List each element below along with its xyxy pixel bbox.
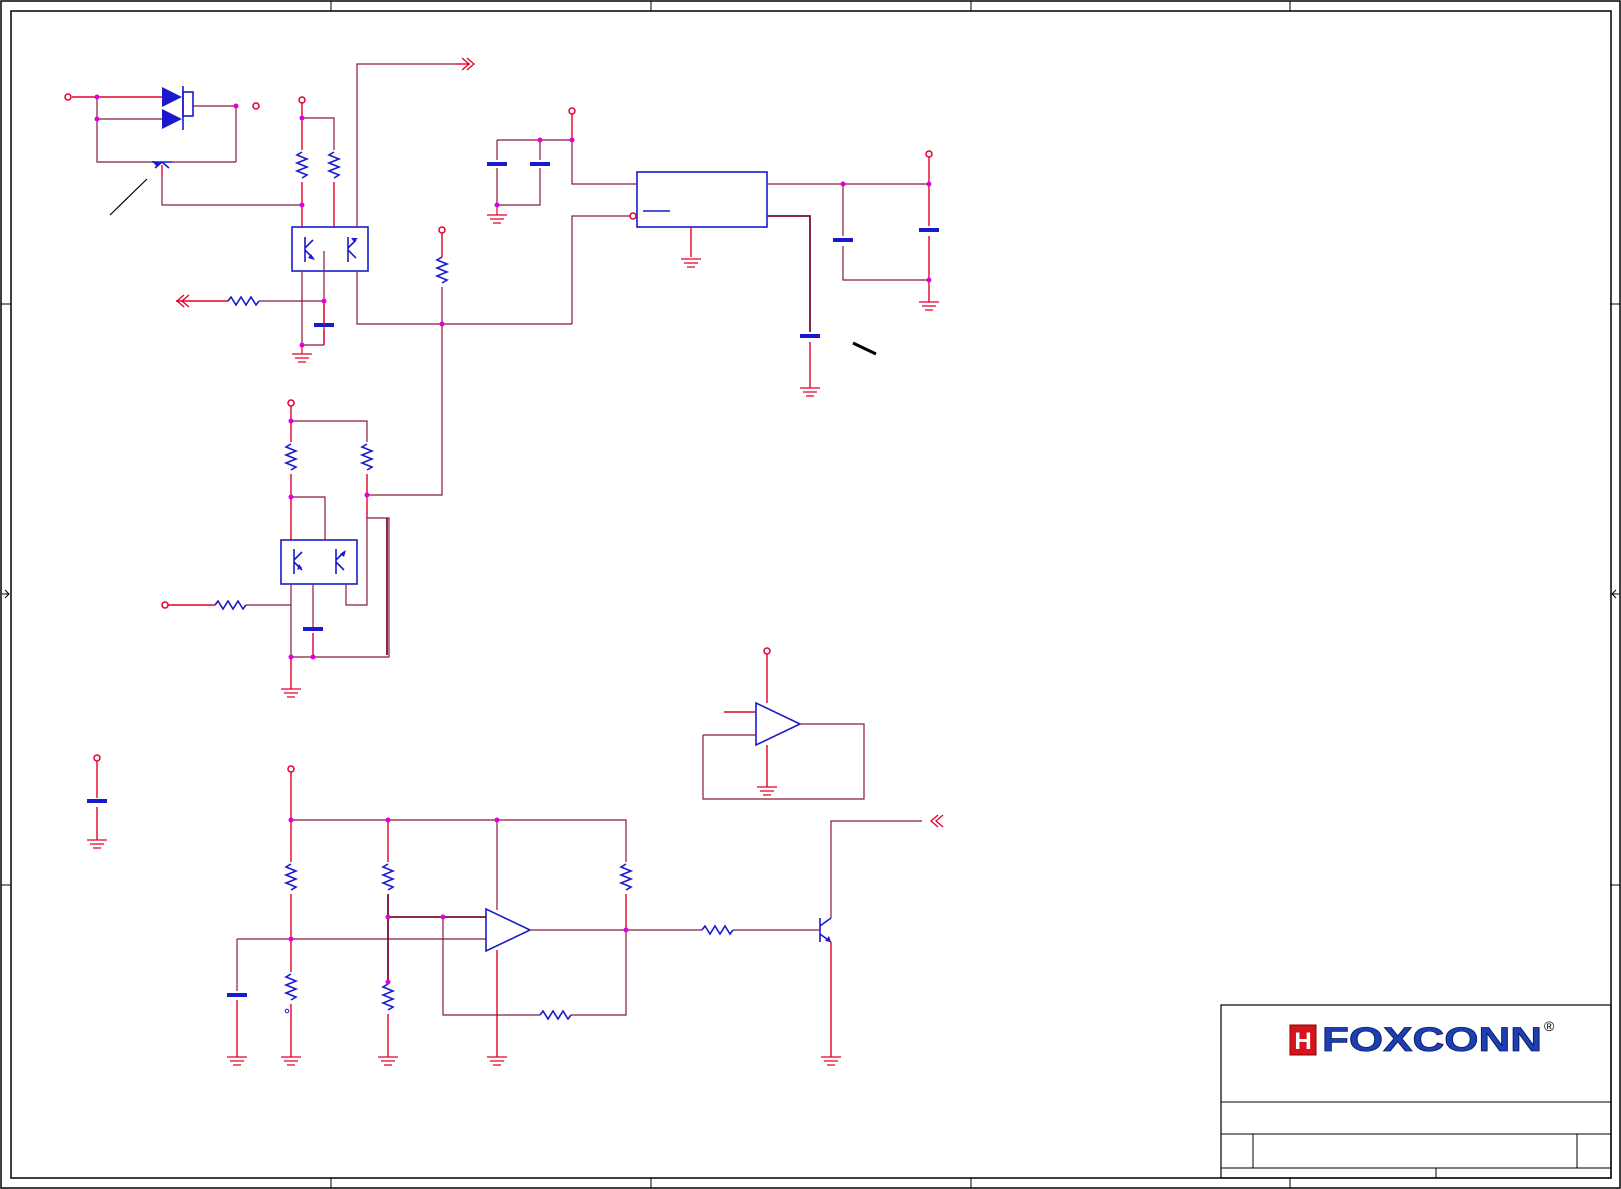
- npn-transistor: [819, 917, 832, 943]
- net-terminal: [64, 93, 72, 101]
- resistor: [283, 973, 299, 1001]
- middle-network: [367, 215, 633, 496]
- net-terminal: [438, 226, 446, 234]
- regulator-ic: [636, 171, 768, 228]
- ground-icon: [487, 1056, 507, 1066]
- frame-arrow-right-icon: [1611, 589, 1619, 599]
- slash-mark: [852, 341, 877, 356]
- resistor: [434, 256, 450, 284]
- opamp-icon: [755, 701, 802, 747]
- resistor: [326, 151, 342, 179]
- pnp-transistor: [152, 161, 172, 175]
- schematic-sheet: H FOXCONN ®: [0, 0, 1621, 1189]
- ground-icon: [800, 387, 820, 397]
- ground-icon: [757, 786, 777, 796]
- ground-icon: [281, 688, 301, 698]
- diode-icon: [162, 87, 182, 107]
- resistor: [214, 599, 247, 611]
- drawing-frame: [0, 0, 1621, 1189]
- resistor: [701, 924, 734, 936]
- pin-terminal: [629, 212, 637, 220]
- buffer-opamp: [702, 647, 865, 800]
- logo-mark: H: [1294, 1028, 1311, 1055]
- resistor: [359, 443, 375, 471]
- resistor: [380, 863, 396, 891]
- net-terminal: [287, 399, 295, 407]
- ground-icon: [821, 1056, 841, 1066]
- resistor: [283, 443, 299, 471]
- foxconn-logo: H FOXCONN ®: [1289, 1018, 1555, 1059]
- offpage-connector-icon: [930, 814, 944, 828]
- diode-icon: [162, 109, 182, 129]
- transistor-icon: [293, 549, 303, 574]
- diode-transistor-block: [64, 86, 302, 216]
- ground-icon: [681, 258, 701, 268]
- ground-icon: [227, 1056, 247, 1066]
- ground-icon: [87, 839, 107, 849]
- net-terminal: [287, 765, 295, 773]
- resistor: [618, 863, 634, 891]
- registered-mark: ®: [1544, 1018, 1555, 1034]
- resistor: [294, 151, 310, 179]
- resistor: [283, 863, 299, 891]
- dual-transistor-package: [280, 539, 358, 585]
- resistor: [539, 1009, 572, 1021]
- comparator-stage: [227, 765, 944, 1066]
- ground-icon: [487, 205, 507, 224]
- opamp-icon: [485, 907, 532, 953]
- pointer-line: [109, 178, 148, 216]
- logo-wordmark: FOXCONN: [1322, 1021, 1542, 1059]
- ground-icon: [281, 1056, 301, 1066]
- dual-transistor-package: [291, 226, 369, 272]
- decoupling-cap: [87, 754, 107, 849]
- regulator-block: [487, 107, 939, 397]
- net-terminal: [161, 601, 169, 609]
- net-terminal: [93, 754, 101, 762]
- net-terminal: [763, 647, 771, 655]
- net-terminal: [568, 107, 576, 115]
- net-terminal: [925, 150, 933, 158]
- ground-icon: [292, 345, 312, 363]
- dual-diode: [162, 86, 194, 130]
- resistor: [380, 983, 396, 1011]
- resistor: [227, 295, 260, 307]
- ground-icon: [378, 1056, 398, 1066]
- net-terminal: [298, 96, 306, 104]
- frame-arrow-left-icon: [2, 589, 10, 599]
- ground-icon: [919, 301, 939, 311]
- net-terminal: [252, 102, 260, 110]
- dual-transistor-stage-bottom: [161, 399, 390, 698]
